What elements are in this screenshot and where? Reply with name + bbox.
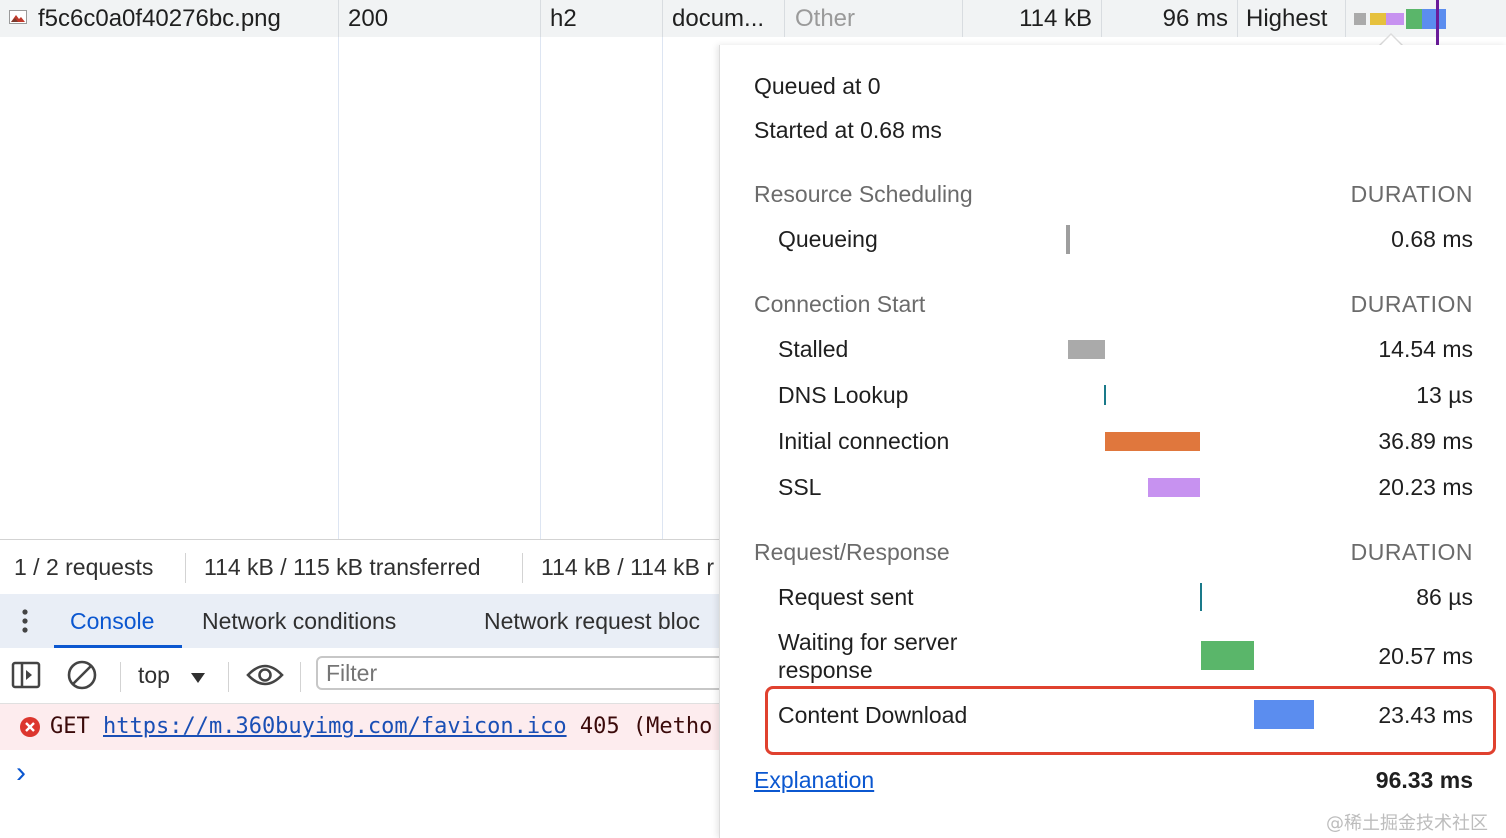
section-request-response: Request/Response <box>754 539 950 565</box>
stalled-label: Stalled <box>778 336 849 362</box>
queueing-value: 0.68 ms <box>1391 226 1473 252</box>
started-at: Started at 0.68 ms <box>754 117 942 143</box>
duration-header: DURATION <box>1350 539 1473 565</box>
ssl-bar <box>1148 478 1200 497</box>
waiting-bar <box>1201 641 1254 670</box>
error-icon <box>19 716 41 738</box>
waiting-label: Waiting for server <box>778 629 958 655</box>
console-filter-input[interactable] <box>316 656 736 690</box>
stalled-bar <box>1068 340 1105 359</box>
section-connection-start: Connection Start <box>754 291 926 317</box>
load-marker <box>1436 0 1439 45</box>
waiting-label-line2: response <box>778 657 873 683</box>
initial-connection-label: Initial connection <box>778 428 950 454</box>
request-name: f5c6c0a0f40276bc.png <box>38 5 281 32</box>
console-toolbar: top <box>0 648 736 704</box>
error-url-link[interactable]: https://m.360buyimg.com/favicon.ico <box>103 714 567 739</box>
dns-lookup-bar <box>1104 385 1106 405</box>
request-size: 114 kB <box>1019 5 1092 32</box>
watermark: @稀土掘金技术社区 <box>1326 813 1488 834</box>
network-request-row[interactable]: f5c6c0a0f40276bc.png 200 h2 docum... Oth… <box>0 0 1506 45</box>
dns-lookup-value: 13 µs <box>1416 382 1473 408</box>
chevron-down-icon <box>190 649 206 704</box>
initial-connection-bar <box>1105 432 1200 451</box>
request-sent-value: 86 µs <box>1416 584 1473 610</box>
error-text: (Metho <box>632 714 713 739</box>
request-type: docum... <box>672 5 765 32</box>
request-initiator: Other <box>795 5 856 32</box>
drawer-tab-bar: Console Network conditions Network reque… <box>0 594 720 648</box>
queueing-label: Queueing <box>778 226 878 252</box>
image-file-icon <box>9 10 27 24</box>
resources-size: 114 kB / 114 kB r <box>541 554 715 580</box>
initial-connection-value: 36.89 ms <box>1378 428 1473 454</box>
waiting-value: 20.57 ms <box>1378 643 1473 669</box>
request-sent-bar <box>1200 583 1202 611</box>
error-method: GET <box>50 714 90 739</box>
ssl-label: SSL <box>778 474 822 500</box>
stalled-value: 14.54 ms <box>1378 336 1473 362</box>
queueing-bar <box>1066 225 1070 254</box>
transferred-size: 114 kB / 115 kB transferred <box>204 554 481 580</box>
error-code: 405 <box>579 714 620 739</box>
more-options-icon[interactable] <box>18 607 32 635</box>
content-download-highlight <box>765 686 1496 755</box>
requests-count: 1 / 2 requests <box>14 554 154 580</box>
request-status: 200 <box>348 5 389 32</box>
duration-header: DURATION <box>1350 181 1473 207</box>
request-sent-label: Request sent <box>778 584 914 610</box>
duration-header: DURATION <box>1350 291 1473 317</box>
explanation-link[interactable]: Explanation <box>754 767 874 794</box>
request-time: 96 ms <box>1162 5 1228 32</box>
tab-console[interactable]: Console <box>70 594 154 648</box>
clear-console-icon[interactable] <box>66 659 98 691</box>
tab-network-conditions[interactable]: Network conditions <box>202 594 396 648</box>
request-priority: Highest <box>1246 5 1328 32</box>
dns-lookup-label: DNS Lookup <box>778 382 909 408</box>
context-selector[interactable]: top <box>138 648 206 703</box>
network-status-bar: 1 / 2 requests 114 kB / 115 kB transferr… <box>0 539 720 595</box>
section-resource-scheduling: Resource Scheduling <box>754 181 973 207</box>
sidebar-toggle-icon[interactable] <box>11 660 41 690</box>
tab-network-request-blocking[interactable]: Network request bloc <box>484 594 700 648</box>
context-selector-value: top <box>138 662 170 688</box>
live-expression-eye-icon[interactable] <box>246 662 284 688</box>
request-protocol: h2 <box>550 5 577 32</box>
console-error-message: GET https://m.360buyimg.com/favicon.ico … <box>0 704 720 750</box>
console-prompt[interactable]: › <box>16 756 26 790</box>
ssl-value: 20.23 ms <box>1378 474 1473 500</box>
waterfall-bar <box>1354 9 1449 29</box>
queued-at: Queued at 0 <box>754 73 881 99</box>
total-duration: 96.33 ms <box>1375 767 1473 793</box>
